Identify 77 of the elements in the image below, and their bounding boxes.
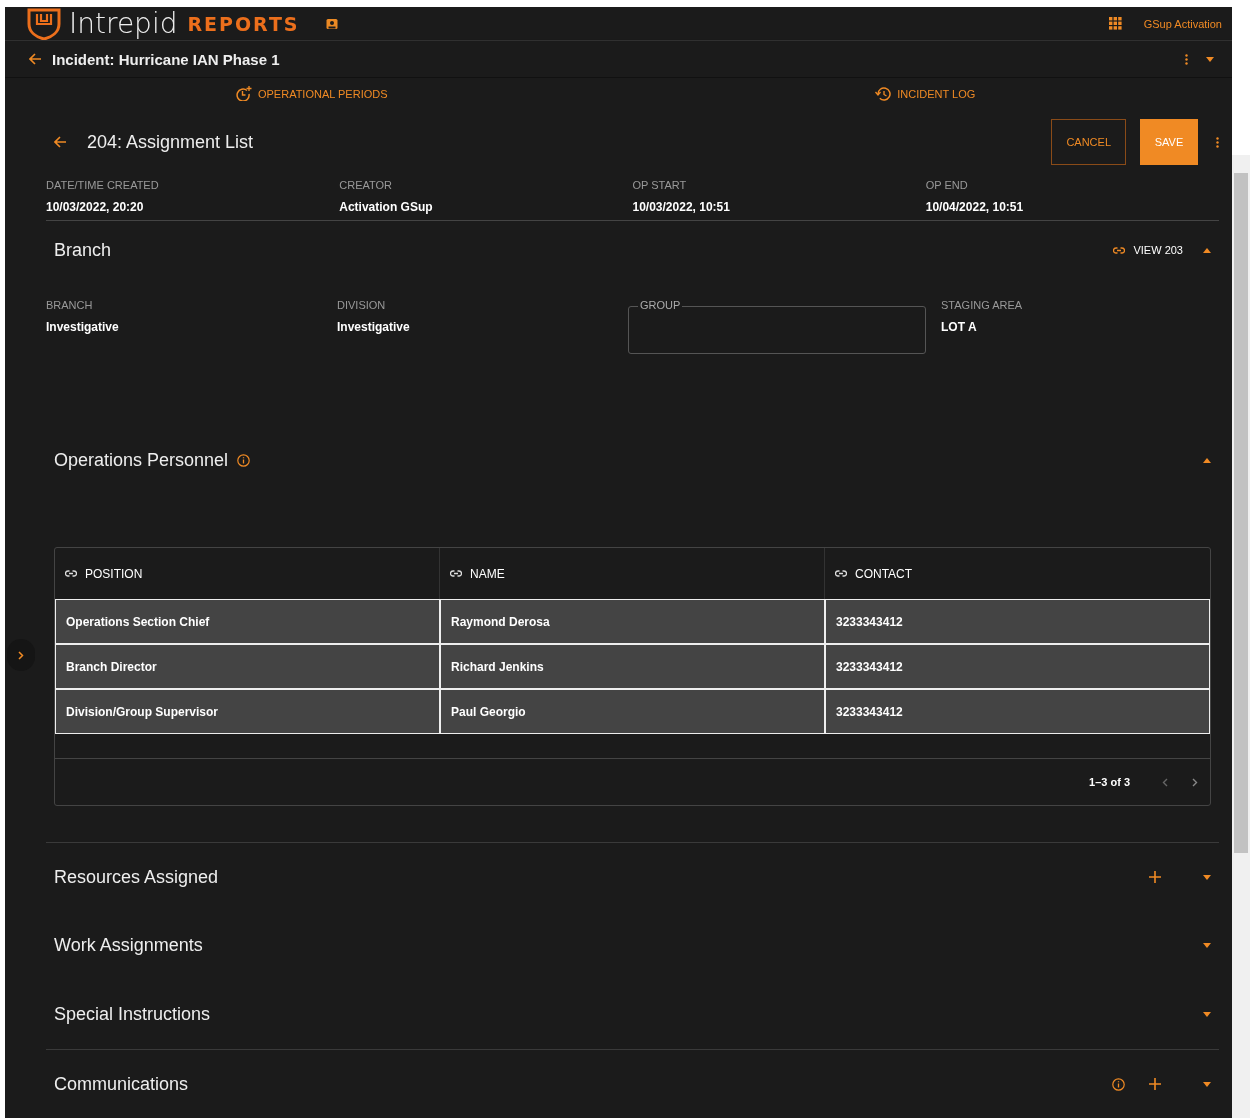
- caret-down-icon: [1203, 943, 1211, 948]
- caret-up-icon: [1203, 247, 1211, 253]
- table-cell: Operations Section Chief: [55, 599, 440, 644]
- info-icon: [1112, 1077, 1125, 1091]
- scrollbar[interactable]: [1232, 155, 1250, 1118]
- link-icon: [65, 570, 77, 577]
- caret-up-icon: [1203, 457, 1211, 463]
- table-cell: 3233343412: [825, 644, 1210, 689]
- caret-down-icon: [1203, 874, 1211, 880]
- logo-text: Intrepid: [69, 7, 178, 40]
- collapse-button[interactable]: [1203, 247, 1211, 253]
- info-button[interactable]: [1112, 1077, 1125, 1091]
- expand-button[interactable]: [1203, 943, 1211, 948]
- link-icon: [450, 570, 462, 577]
- collapse-button[interactable]: [1203, 457, 1211, 463]
- section-title: Work Assignments: [54, 935, 203, 956]
- meta-label: OP START: [632, 179, 688, 191]
- expand-button[interactable]: [1203, 1012, 1211, 1017]
- back-arrow-icon[interactable]: [29, 53, 42, 66]
- caret-down-icon: [1203, 1081, 1211, 1087]
- add-button[interactable]: [1149, 1078, 1161, 1090]
- dropdown-button[interactable]: [1206, 56, 1214, 62]
- view-link[interactable]: VIEW 203: [1113, 244, 1183, 256]
- meta-value: 10/04/2022, 10:51: [925, 200, 1025, 214]
- badge-icon[interactable]: [325, 17, 338, 30]
- field-value: LOT A: [941, 320, 978, 334]
- table-cell: Raymond Derosa: [440, 599, 825, 644]
- chevron-right-icon: [18, 650, 24, 660]
- history-icon: [875, 86, 892, 101]
- table-cell: 3233343412: [825, 599, 1210, 644]
- incident-title: Incident: Hurricane IAN Phase 1: [52, 50, 280, 68]
- meta-label: CREATOR: [339, 179, 393, 191]
- table-cell: Paul Georgio: [440, 689, 825, 734]
- meta-label: DATE/TIME CREATED: [46, 179, 160, 191]
- field-label: DIVISION: [337, 299, 387, 311]
- meta-label: OP END: [925, 179, 969, 191]
- pagination-text: 1–3 of 3: [1089, 776, 1130, 788]
- section-title: Branch: [54, 239, 112, 261]
- table-cell: Division/Group Supervisor: [55, 689, 440, 734]
- table-cell: Richard Jenkins: [440, 644, 825, 689]
- user-name[interactable]: GSup Activation: [1143, 17, 1222, 30]
- meta-value: 10/03/2022, 10:51: [632, 200, 731, 214]
- apps-grid-icon[interactable]: [1108, 17, 1122, 30]
- previous-page-icon[interactable]: [1162, 777, 1168, 787]
- caret-down-icon: [1203, 1012, 1211, 1017]
- more-icon[interactable]: [1216, 136, 1219, 148]
- section-title: Communications: [54, 1073, 189, 1095]
- meta-value: Activation GSup: [339, 200, 434, 214]
- field-value: Investigative: [337, 320, 411, 334]
- cancel-button[interactable]: CANCEL: [1051, 119, 1126, 165]
- add-icon: [1149, 1078, 1161, 1090]
- table-cell: Branch Director: [55, 644, 440, 689]
- add-icon: [1149, 871, 1161, 883]
- next-page-icon[interactable]: [1192, 777, 1198, 787]
- link-icon: [835, 570, 847, 577]
- field-label: STAGING AREA: [941, 299, 1024, 311]
- section-title: Special Instructions: [54, 1004, 211, 1025]
- info-icon: [237, 453, 251, 467]
- back-arrow-icon[interactable]: [54, 136, 67, 148]
- clock-plus-icon: [235, 86, 252, 102]
- expand-button[interactable]: [1203, 874, 1211, 880]
- field-value: Investigative: [46, 320, 120, 334]
- side-panel-toggle[interactable]: [7, 639, 35, 671]
- shield-logo-icon: [27, 7, 61, 40]
- section-title: Operations Personnel: [54, 449, 229, 471]
- logo-accent-text: REPORTS: [187, 12, 300, 35]
- column-header[interactable]: CONTACT: [825, 548, 1210, 599]
- table-cell: 3233343412: [825, 689, 1210, 734]
- add-button[interactable]: [1149, 871, 1161, 883]
- caret-down-icon: [1206, 56, 1214, 62]
- more-icon[interactable]: [1185, 53, 1188, 65]
- link-icon: [1113, 246, 1126, 254]
- meta-value: 10/03/2022, 20:20: [46, 200, 145, 214]
- section-title: Resources Assigned: [54, 866, 219, 888]
- form-title: 204: Assignment List: [87, 131, 254, 153]
- field-label: BRANCH: [46, 299, 94, 311]
- expand-button[interactable]: [1203, 1081, 1211, 1087]
